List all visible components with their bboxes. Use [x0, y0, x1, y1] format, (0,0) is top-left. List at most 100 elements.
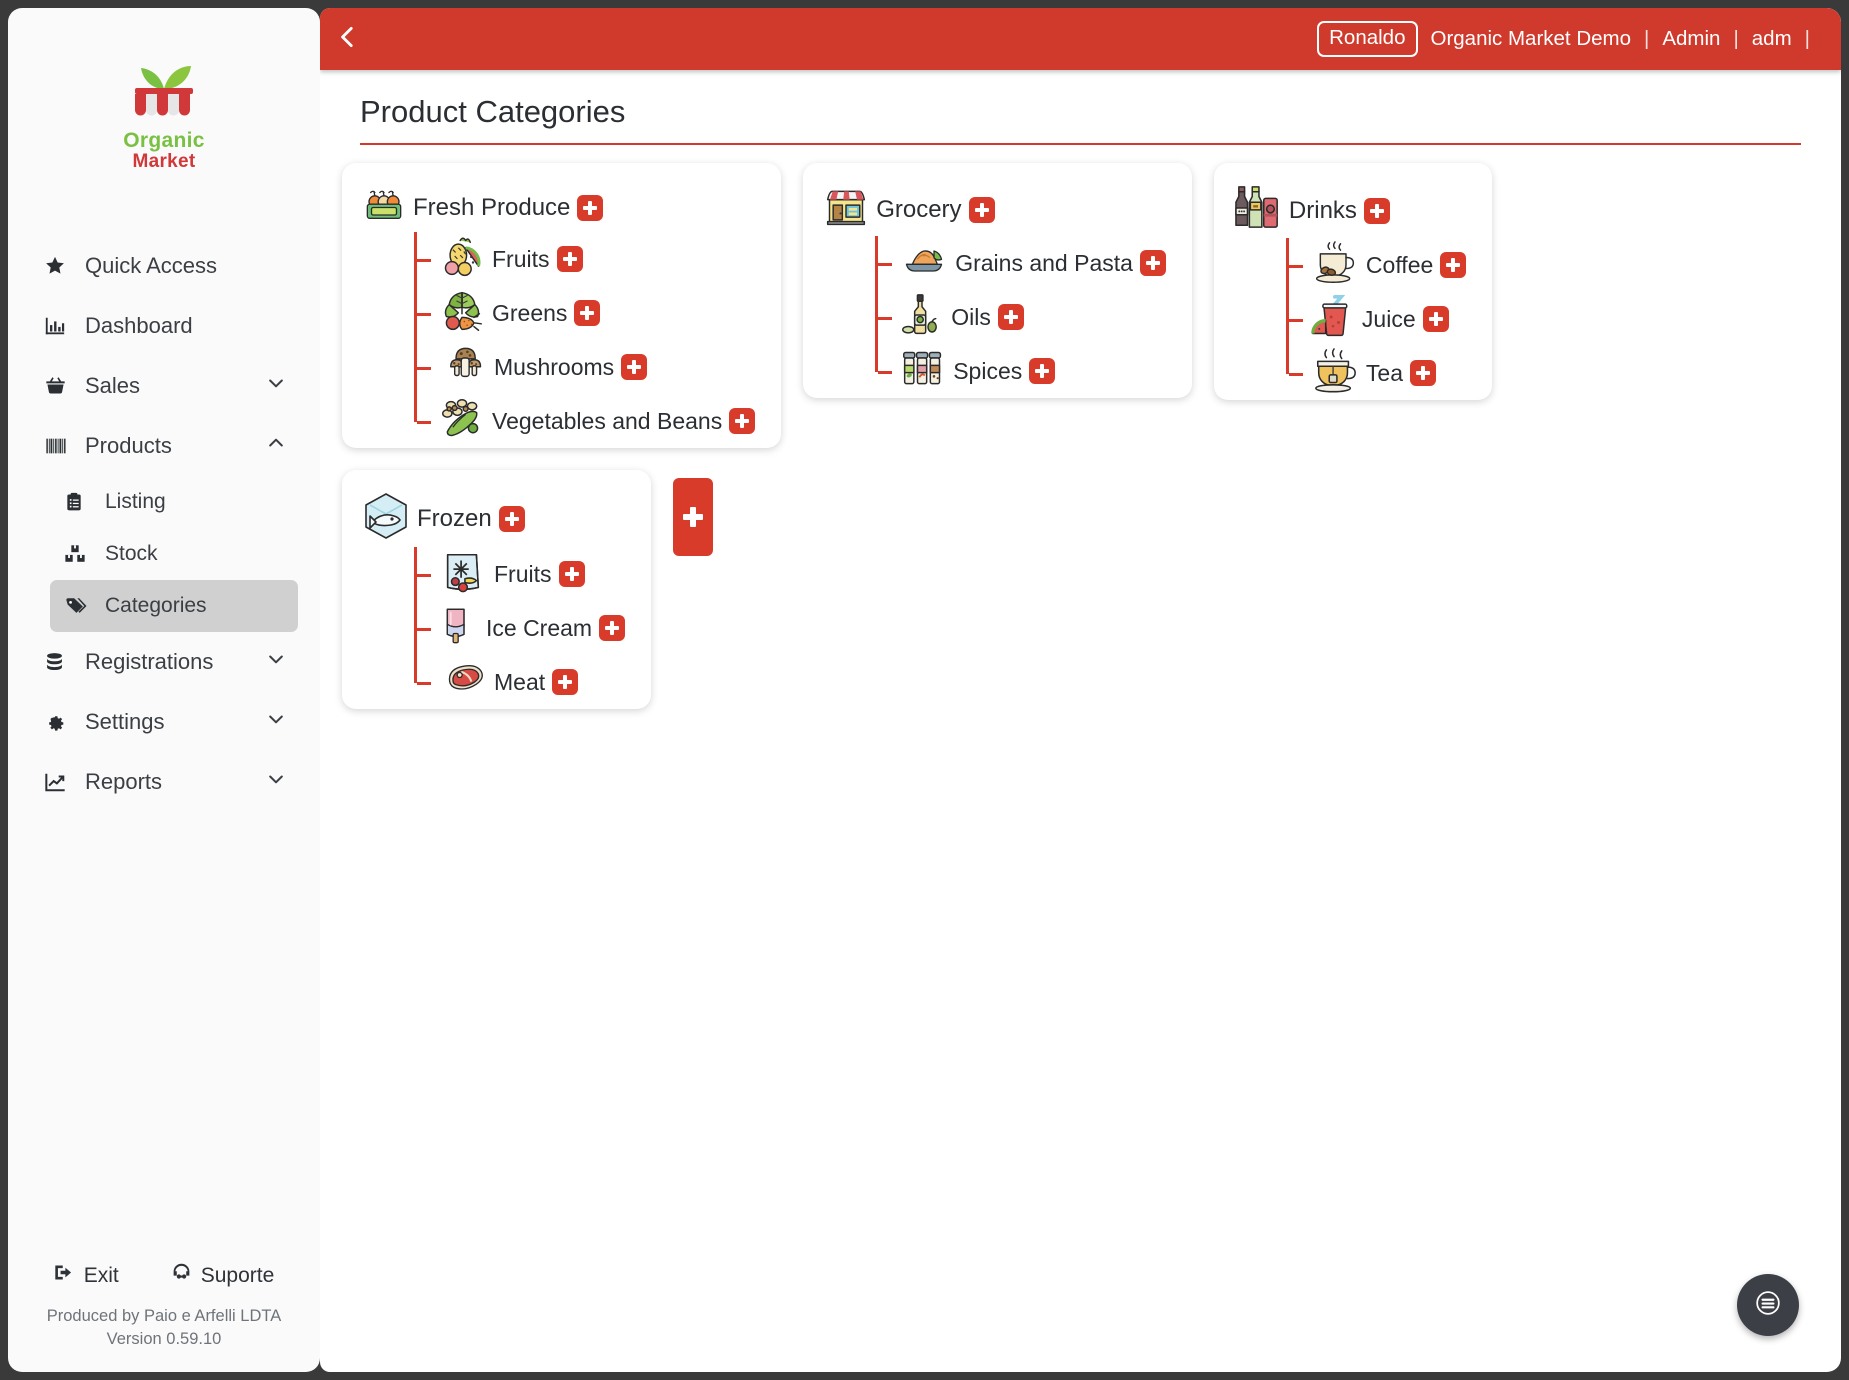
category-name: Drinks	[1288, 196, 1357, 224]
subcategory-item[interactable]: Ice Cream	[417, 601, 626, 655]
frozen-bag-icon	[439, 549, 487, 600]
add-subcategory-button[interactable]	[1422, 306, 1449, 332]
subcategory-item[interactable]: Fruits	[417, 232, 755, 286]
add-subcategory-button[interactable]	[1363, 197, 1390, 224]
storefront-icon	[823, 185, 869, 234]
sidebar-item-label: Sales	[85, 372, 141, 398]
subcategory-item[interactable]: Coffee	[1288, 238, 1467, 292]
subcategory-item[interactable]: Grains and Pasta	[878, 236, 1166, 290]
subcategory-item[interactable]: Tea	[1288, 346, 1466, 400]
main-panel: Ronaldo Organic Market Demo | Admin | ad…	[320, 8, 1841, 1372]
database-icon	[44, 651, 74, 673]
add-subcategory-button[interactable]	[621, 354, 648, 380]
sidebar-item-products[interactable]: Products	[30, 416, 298, 476]
add-category-button[interactable]	[673, 478, 714, 556]
category-card: Fresh Produce Fruits Greens Mushrooms Vegeta…	[342, 163, 782, 448]
add-subcategory-button[interactable]	[552, 669, 579, 695]
category-root-node[interactable]: Grocery	[823, 185, 1166, 234]
sign-out-icon	[54, 1262, 75, 1289]
sidebar-item-listing[interactable]: Listing	[50, 476, 298, 528]
bottles-icon	[1234, 185, 1282, 236]
plus-icon	[1446, 258, 1461, 272]
category-root-node[interactable]: Frozen	[362, 492, 625, 545]
plus-icon	[562, 252, 577, 266]
tags-icon	[64, 595, 94, 617]
ice-cube-fish-icon	[362, 492, 410, 545]
sidebar-item-settings[interactable]: Settings	[30, 692, 298, 752]
floating-menu-button[interactable]	[1737, 1274, 1799, 1336]
subcategory-item[interactable]: Spices	[878, 344, 1166, 398]
sidebar-item-label: Products	[85, 432, 172, 458]
add-subcategory-button[interactable]	[1410, 360, 1437, 386]
add-subcategory-button[interactable]	[968, 196, 995, 223]
sidebar-nav: Quick Access Dashboard Sales Products Listin…	[8, 236, 320, 1262]
sidebar-item-dashboard[interactable]: Dashboard	[30, 296, 298, 356]
add-subcategory-button[interactable]	[1139, 250, 1166, 276]
support-button[interactable]: Suporte	[171, 1262, 274, 1289]
chevron-down-icon[interactable]	[266, 769, 286, 795]
chevron-up-icon[interactable]	[266, 433, 286, 459]
subcategory-item[interactable]: Mushrooms	[417, 340, 755, 394]
chevron-left-icon	[335, 22, 361, 57]
sidebar-item-registrations[interactable]: Registrations	[30, 632, 298, 692]
top-bar: Ronaldo Organic Market Demo | Admin | ad…	[320, 8, 1841, 70]
category-card: Grocery Grains and Pasta Oils Spices	[803, 163, 1192, 398]
sidebar-item-sales[interactable]: Sales	[30, 356, 298, 416]
subcategory-list: Fruits Greens Mushrooms Vegetables and Bean…	[414, 232, 756, 436]
spice-jars-icon	[900, 347, 946, 396]
sidebar-item-label: Categories	[105, 593, 207, 617]
produce-crate-icon	[362, 185, 406, 230]
add-subcategory-button[interactable]	[558, 561, 585, 587]
sidebar-item-label: Reports	[85, 768, 163, 794]
chevron-down-icon[interactable]	[266, 649, 286, 675]
add-subcategory-button[interactable]	[556, 246, 583, 272]
subcategory-item[interactable]: Fruits	[417, 547, 625, 601]
sidebar-item-categories[interactable]: Categories	[50, 579, 298, 632]
category-cards-container: Fresh Produce Fruits Greens Mushrooms Vegeta…	[320, 145, 1841, 709]
add-subcategory-button[interactable]	[1029, 358, 1056, 384]
subcategory-name: Spices	[953, 357, 1023, 384]
star-icon	[44, 255, 74, 277]
add-subcategory-button[interactable]	[997, 304, 1024, 330]
exit-button[interactable]: Exit	[54, 1262, 119, 1289]
sidebar-item-reports[interactable]: Reports	[30, 752, 298, 812]
sidebar-item-label: Settings	[85, 708, 165, 734]
plus-icon	[558, 675, 573, 689]
subcategory-list: Fruits Ice Cream Meat	[414, 547, 626, 695]
sidebar-item-label: Stock	[105, 541, 158, 565]
exit-label: Exit	[83, 1263, 119, 1287]
clipboard-list-icon	[64, 491, 94, 513]
add-subcategory-button[interactable]	[1440, 252, 1467, 278]
sidebar-item-stock[interactable]: Stock	[50, 528, 298, 580]
category-card: Frozen Fruits Ice Cream Meat	[342, 470, 652, 709]
tea-cup-icon	[1311, 347, 1359, 399]
page-header: Product Categories	[320, 70, 1841, 145]
plus-icon	[974, 202, 989, 217]
chevron-down-icon[interactable]	[266, 373, 286, 399]
category-root-node[interactable]: Drinks	[1234, 185, 1466, 236]
sidebar-item-quick-access[interactable]: Quick Access	[30, 236, 298, 296]
subcategory-item[interactable]: Juice	[1288, 292, 1466, 346]
barcode-icon	[44, 435, 74, 457]
add-subcategory-button[interactable]	[498, 505, 525, 532]
mushrooms-icon	[439, 344, 487, 391]
category-root-node[interactable]: Fresh Produce	[362, 185, 755, 230]
subcategory-list: Coffee Juice Tea	[1285, 238, 1467, 392]
beans-icon	[439, 397, 485, 446]
subcategory-item[interactable]: Vegetables and Beans	[417, 394, 756, 448]
add-subcategory-button[interactable]	[574, 300, 601, 326]
subcategory-item[interactable]: Meat	[417, 655, 625, 709]
add-subcategory-button[interactable]	[599, 615, 626, 641]
add-subcategory-button[interactable]	[729, 408, 756, 434]
subcategory-item[interactable]: Oils	[878, 290, 1166, 344]
subcategory-item[interactable]: Greens	[417, 286, 755, 340]
user-name-chip[interactable]: Ronaldo	[1317, 21, 1418, 57]
app-logo[interactable]: Organic Market	[8, 8, 320, 172]
back-button[interactable]	[320, 8, 376, 70]
oil-bottle-icon	[900, 293, 944, 342]
chevron-down-icon[interactable]	[266, 709, 286, 735]
organic-market-logo-icon	[135, 66, 193, 116]
add-subcategory-button[interactable]	[577, 194, 604, 221]
subcategory-name: Vegetables and Beans	[492, 407, 723, 434]
plus-icon	[1369, 203, 1384, 218]
